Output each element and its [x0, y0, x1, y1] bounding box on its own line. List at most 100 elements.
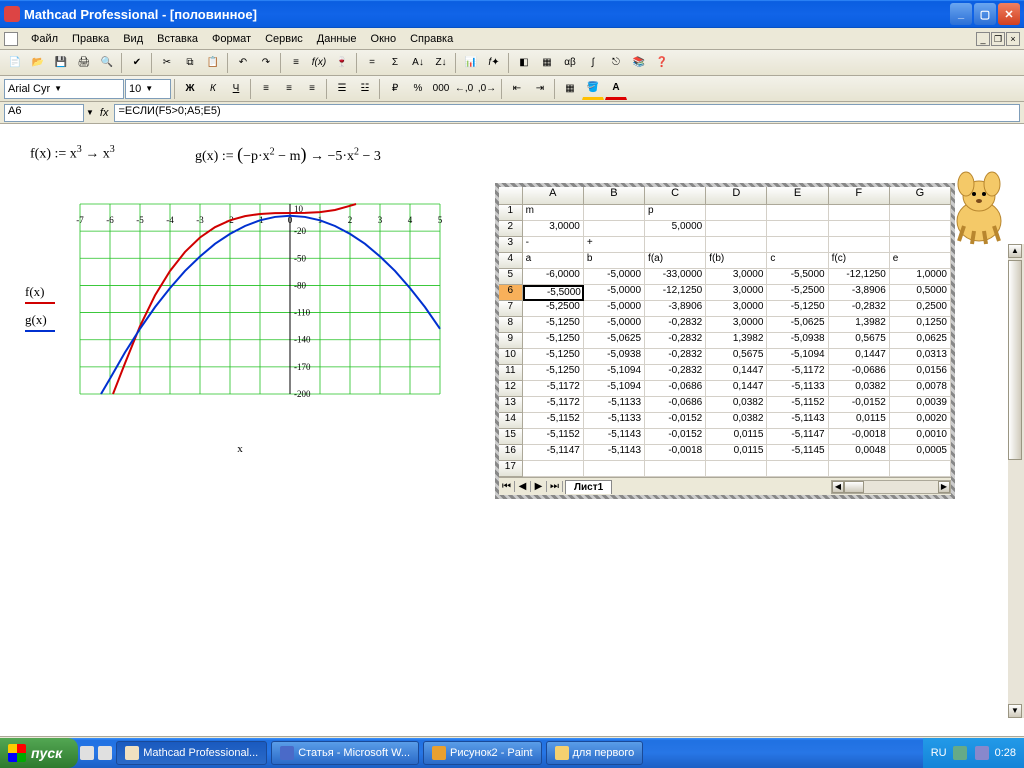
excel-cell[interactable]	[706, 205, 767, 221]
excel-row-header[interactable]: 9	[499, 333, 523, 349]
align-center-icon[interactable]: ≡	[278, 78, 300, 100]
excel-hscroll[interactable]: ◀ ▶	[831, 480, 951, 494]
excel-cell[interactable]: -5,2500	[523, 301, 584, 317]
excel-cell[interactable]: -0,0686	[645, 397, 706, 413]
excel-cell[interactable]: 0,1447	[706, 381, 767, 397]
excel-cell[interactable]: -5,1143	[584, 429, 645, 445]
menu-file[interactable]: Файл	[24, 31, 65, 47]
function-icon[interactable]: f(x)	[308, 52, 330, 74]
matrix-icon[interactable]: ▦	[536, 52, 558, 74]
excel-cell[interactable]: -5,1094	[767, 349, 828, 365]
excel-cell[interactable]: 0,1447	[829, 349, 890, 365]
new-icon[interactable]: 📄	[4, 52, 26, 74]
excel-cell[interactable]: -5,1152	[767, 397, 828, 413]
excel-nav-last[interactable]: ⏭	[547, 481, 563, 492]
help-icon[interactable]: ❓	[651, 52, 673, 74]
excel-row-header[interactable]: 13	[499, 397, 523, 413]
excel-cell[interactable]: 0,2500	[890, 301, 951, 317]
calculate-icon[interactable]: =	[361, 52, 383, 74]
excel-cell[interactable]: -0,2832	[829, 301, 890, 317]
chart-region[interactable]: f(x) g(x) -7-6-5-4-3-2-101234510-20-50-8…	[30, 194, 450, 455]
excel-cell[interactable]: 0,0313	[890, 349, 951, 365]
excel-row-header[interactable]: 14	[499, 413, 523, 429]
excel-cell[interactable]: 0,5000	[890, 285, 951, 301]
excel-cell[interactable]: -0,0686	[645, 381, 706, 397]
borders-icon[interactable]: ▦	[559, 78, 581, 100]
excel-cell[interactable]: e	[890, 253, 951, 269]
excel-cell[interactable]: -5,1143	[584, 445, 645, 461]
greek-icon[interactable]: αβ	[559, 52, 581, 74]
quicklaunch-icon[interactable]	[80, 746, 94, 760]
excel-row-header[interactable]: 7	[499, 301, 523, 317]
excel-cell[interactable]: -5,0625	[584, 333, 645, 349]
tray-lang[interactable]: RU	[931, 747, 947, 759]
excel-cell[interactable]: -5,1250	[767, 301, 828, 317]
doc-control-icon[interactable]	[4, 32, 18, 46]
sort-desc-icon[interactable]: Z↓	[430, 52, 452, 74]
excel-cell[interactable]: 0,0625	[890, 333, 951, 349]
excel-row-header[interactable]: 15	[499, 429, 523, 445]
tray-icon[interactable]	[953, 746, 967, 760]
excel-cell[interactable]	[767, 205, 828, 221]
excel-cell[interactable]	[767, 237, 828, 253]
print-icon[interactable]: 🖨	[73, 52, 95, 74]
menu-insert[interactable]: Вставка	[150, 31, 205, 47]
excel-cell[interactable]: a	[523, 253, 584, 269]
excel-cell[interactable]: 0,5675	[829, 333, 890, 349]
excel-cell[interactable]: -3,8906	[829, 285, 890, 301]
excel-cell[interactable]	[890, 205, 951, 221]
excel-row-header[interactable]: 2	[499, 221, 523, 237]
underline-icon[interactable]: Ч	[225, 78, 247, 100]
excel-cell[interactable]: -0,0152	[829, 397, 890, 413]
excel-cell[interactable]: -5,0625	[767, 317, 828, 333]
excel-cell[interactable]: -0,2832	[645, 349, 706, 365]
excel-cell[interactable]: 1,3982	[829, 317, 890, 333]
cell-reference-box[interactable]: A6	[4, 104, 84, 122]
excel-cell[interactable]: 1,3982	[706, 333, 767, 349]
excel-cell[interactable]: 3,0000	[706, 317, 767, 333]
excel-cell[interactable]: -0,0018	[829, 429, 890, 445]
excel-cell[interactable]: 0,0382	[706, 413, 767, 429]
tray-clock[interactable]: 0:28	[995, 747, 1016, 759]
paste-icon[interactable]: 📋	[202, 52, 224, 74]
excel-nav-prev[interactable]: ◀	[515, 481, 531, 492]
excel-cell[interactable]	[706, 237, 767, 253]
dec-indent-icon[interactable]: ⇤	[506, 78, 528, 100]
excel-cell[interactable]	[890, 237, 951, 253]
spellcheck-icon[interactable]: ✔	[126, 52, 148, 74]
excel-cell[interactable]: -5,1147	[767, 429, 828, 445]
excel-cell[interactable]: -0,2832	[645, 333, 706, 349]
resource-icon[interactable]: 📚	[628, 52, 650, 74]
excel-cell[interactable]: c	[767, 253, 828, 269]
excel-row-header[interactable]: 5	[499, 269, 523, 285]
tray-icon[interactable]	[975, 746, 989, 760]
vertical-scrollbar[interactable]: ▲ ▼	[1008, 244, 1024, 718]
excel-row-header[interactable]: 1	[499, 205, 523, 221]
scroll-up-icon[interactable]: ▲	[1008, 244, 1022, 258]
excel-cell[interactable]	[706, 461, 767, 477]
excel-cell[interactable]: 0,5675	[706, 349, 767, 365]
bold-icon[interactable]: Ж	[179, 78, 201, 100]
excel-cell[interactable]	[767, 461, 828, 477]
excel-cell[interactable]	[584, 221, 645, 237]
undo-icon[interactable]: ↶	[232, 52, 254, 74]
excel-cell[interactable]: -6,0000	[523, 269, 584, 285]
align-left-icon[interactable]: ≡	[255, 78, 277, 100]
excel-cell[interactable]: +	[584, 237, 645, 253]
inc-indent-icon[interactable]: ⇥	[529, 78, 551, 100]
excel-col-F[interactable]: F	[829, 187, 890, 204]
excel-cell[interactable]: -5,1143	[767, 413, 828, 429]
excel-cell[interactable]: -0,0152	[645, 413, 706, 429]
maximize-button[interactable]: ▢	[974, 3, 996, 25]
excel-cell[interactable]: -0,0686	[829, 365, 890, 381]
formula-icon[interactable]: f✦	[483, 52, 505, 74]
excel-cell[interactable]: -5,1250	[523, 365, 584, 381]
excel-cell[interactable]	[584, 205, 645, 221]
excel-cell[interactable]: -5,2500	[767, 285, 828, 301]
sort-asc-icon[interactable]: A↓	[407, 52, 429, 74]
excel-cell[interactable]: -0,2832	[645, 365, 706, 381]
excel-cell[interactable]: 5,0000	[645, 221, 706, 237]
taskbar-item[interactable]: Рисунок2 - Paint	[423, 741, 541, 765]
copy-icon[interactable]: ⧉	[179, 52, 201, 74]
excel-cell[interactable]: 0,0010	[890, 429, 951, 445]
